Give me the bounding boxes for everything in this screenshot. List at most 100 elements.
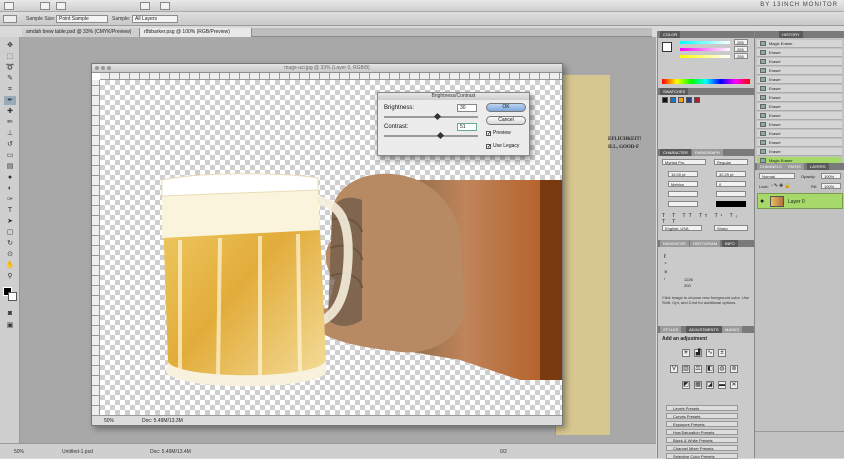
tab-styles[interactable]: STYLES: [660, 326, 682, 333]
preset-hue-saturation[interactable]: Hue/Saturation Presets: [666, 429, 738, 435]
vertical-ruler[interactable]: [92, 80, 100, 415]
exposure-adjustment-icon[interactable]: ±: [718, 349, 726, 357]
lock-icons[interactable]: ▫✎✥🔒: [771, 183, 797, 189]
zoom-tool-icon[interactable]: ⚲: [4, 272, 16, 281]
preset-black-white[interactable]: Black & White Presets: [666, 437, 738, 443]
zoom-level[interactable]: 50%: [104, 418, 114, 424]
color-slider-b[interactable]: [680, 55, 730, 58]
crop-tool-icon[interactable]: ⌗: [4, 85, 16, 94]
faux-style-buttons[interactable]: T T TT Tт T¹ T₁ T T: [662, 213, 750, 225]
preset-channel-mixer[interactable]: Channel Mixer Presets: [666, 445, 738, 451]
brightness-slider-track[interactable]: [384, 116, 478, 118]
font-size-field[interactable]: 15.00 pt: [668, 171, 698, 177]
photo-filter-adjustment-icon[interactable]: ◍: [718, 365, 726, 373]
arrange-documents-icon[interactable]: [160, 2, 170, 10]
blur-tool-icon[interactable]: ●: [4, 173, 16, 182]
tab-channels[interactable]: CHANNELS: [757, 163, 785, 170]
horizontal-scale-field[interactable]: [716, 191, 746, 197]
tab-document-1[interactable]: amdah brew table.psd @ 33% (CMYK/Preview…: [22, 28, 140, 37]
history-item[interactable]: Magic Eraser: [757, 40, 842, 48]
levels-adjustment-icon[interactable]: ▟: [694, 349, 702, 357]
dodge-tool-icon[interactable]: ◐: [4, 184, 16, 193]
swatch-blue[interactable]: [670, 97, 676, 103]
baseline-shift-field[interactable]: [668, 201, 698, 207]
history-item[interactable]: Eraser: [757, 76, 842, 84]
tab-layers[interactable]: LAYERS: [807, 163, 829, 170]
tab-character[interactable]: CHARACTER: [660, 149, 691, 156]
eyedropper-tool-preset-icon[interactable]: [3, 15, 17, 23]
use-legacy-checkbox[interactable]: ✓ Use Legacy: [486, 143, 519, 150]
history-brush-tool-icon[interactable]: ↺: [4, 140, 16, 149]
text-color-swatch[interactable]: [716, 201, 746, 207]
selective-color-adjustment-icon[interactable]: ✕: [730, 381, 738, 389]
channel-mixer-adjustment-icon[interactable]: ⊛: [730, 365, 738, 373]
history-item[interactable]: Eraser: [757, 112, 842, 120]
fill-field[interactable]: 100%: [821, 183, 841, 189]
background-color-swatch[interactable]: [8, 292, 17, 301]
color-value-b[interactable]: 255: [734, 53, 748, 59]
history-item[interactable]: Eraser: [757, 139, 842, 147]
color-value-g[interactable]: 255: [734, 46, 748, 52]
preset-selective-color[interactable]: Selective Color Presets: [666, 453, 738, 459]
history-item[interactable]: Eraser: [757, 49, 842, 57]
history-item[interactable]: Eraser: [757, 67, 842, 75]
contrast-slider-thumb[interactable]: [437, 131, 445, 140]
contrast-slider-track[interactable]: [384, 135, 478, 137]
brightness-slider-thumb[interactable]: [433, 112, 441, 121]
brush-tool-icon[interactable]: ✏: [4, 118, 16, 127]
lasso-tool-icon[interactable]: ➰: [4, 63, 16, 72]
dialog-title[interactable]: Brightness/Contrast: [378, 93, 529, 100]
eyedropper-tool-icon[interactable]: ✒: [4, 96, 16, 105]
color-foreground-swatch[interactable]: [662, 42, 672, 52]
antialias-select[interactable]: Sharp: [714, 225, 748, 231]
document-info[interactable]: Doc: 5.49M/13.3M: [142, 418, 183, 424]
eye-icon[interactable]: ●: [760, 198, 764, 205]
hand-tool-icon[interactable]: ✋: [4, 261, 16, 270]
mini-bridge-icon[interactable]: [56, 2, 66, 10]
contrast-input[interactable]: 51: [457, 123, 477, 131]
tab-color[interactable]: COLOR: [660, 31, 681, 38]
color-value-r[interactable]: 255: [734, 39, 748, 45]
kerning-field[interactable]: Metrics: [668, 181, 698, 187]
font-style-select[interactable]: Regular: [714, 159, 748, 165]
vertical-scale-field[interactable]: [668, 191, 698, 197]
quick-mask-icon[interactable]: ◙: [4, 309, 16, 318]
tab-paragraph[interactable]: PARAGRAPH: [692, 149, 723, 156]
color-slider-r[interactable]: [680, 41, 730, 44]
quick-select-tool-icon[interactable]: ✎: [4, 74, 16, 83]
preview-checkbox[interactable]: ✓ Preview: [486, 130, 511, 137]
opacity-field[interactable]: 100%: [821, 173, 841, 179]
swatch-navy[interactable]: [686, 97, 692, 103]
swatch-black[interactable]: [662, 97, 668, 103]
gradient-map-adjustment-icon[interactable]: ▬: [718, 381, 726, 389]
document-titlebar[interactable]: mugs-uci.jpg @ 33% (Layer 0, RGB/8): [92, 64, 562, 73]
history-item[interactable]: Eraser: [757, 148, 842, 156]
layer-row[interactable]: ● Layer 0: [757, 193, 843, 209]
bottom-doc-info[interactable]: Doc: 5.49M/13.4M: [150, 449, 191, 455]
move-tool-icon[interactable]: ✥: [4, 41, 16, 50]
color-slider-g[interactable]: [680, 48, 730, 51]
eraser-tool-icon[interactable]: ▭: [4, 151, 16, 160]
tab-histogram[interactable]: HISTOGRAM: [690, 240, 721, 247]
workspace-name[interactable]: BY 13INCH MONITOR: [760, 2, 838, 8]
tab-paths[interactable]: PATHS: [785, 163, 804, 170]
font-family-select[interactable]: Myriad Pro: [662, 159, 706, 165]
clone-stamp-tool-icon[interactable]: ⊥: [4, 129, 16, 138]
layer-name[interactable]: Layer 0: [788, 199, 805, 205]
view-extras-icon[interactable]: [140, 2, 150, 10]
swatch-red[interactable]: [694, 97, 700, 103]
preset-curves[interactable]: Curves Presets: [666, 413, 738, 419]
3d-orbit-tool-icon[interactable]: ⊙: [4, 250, 16, 259]
path-selection-tool-icon[interactable]: ➤: [4, 217, 16, 226]
tab-navigator[interactable]: NAVIGATOR: [660, 240, 689, 247]
bottom-zoom[interactable]: 50%: [14, 449, 24, 455]
tracking-field[interactable]: 0: [716, 181, 746, 187]
history-item[interactable]: Eraser: [757, 103, 842, 111]
history-item[interactable]: Eraser: [757, 94, 842, 102]
pen-tool-icon[interactable]: ✑: [4, 195, 16, 204]
history-item[interactable]: Eraser: [757, 121, 842, 129]
curves-adjustment-icon[interactable]: ∿: [706, 349, 714, 357]
hue-saturation-adjustment-icon[interactable]: ▥: [682, 365, 690, 373]
history-item[interactable]: Eraser: [757, 85, 842, 93]
sample-select[interactable]: All Layers: [132, 15, 178, 23]
